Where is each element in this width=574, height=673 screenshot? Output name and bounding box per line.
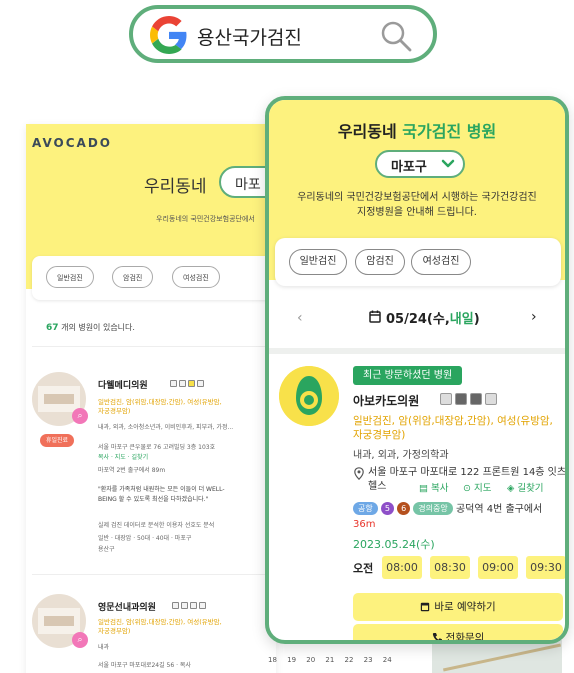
- hospital-categories: 일반검진, 암(위암,대장암,간암), 여성(유방암, 자궁경부암): [98, 398, 222, 415]
- holiday-badge: 휴일진료: [40, 434, 74, 447]
- hospital-categories: 일반검진, 암(위암,대장암,간암), 여성(유방암, 자궁경부암): [98, 618, 222, 635]
- screenshot-stage: 용산국가검진 AVOCADO 우리동네 마포 우리동네의 국민건강보험공단에서 …: [0, 0, 574, 673]
- parking-icon: [440, 393, 452, 405]
- divider: [32, 346, 276, 347]
- hospital-quote: "환자를 가족처럼 내원하는 모든 이들이 더 WELL- BEING 할 수 …: [98, 486, 225, 503]
- hospital-name[interactable]: 아보카도의원: [353, 392, 419, 409]
- map-button[interactable]: ⊙ 지도: [463, 480, 491, 494]
- call-button[interactable]: 전화문의: [353, 624, 563, 640]
- subway-info: 마포역 2번 출구에서 89m: [98, 467, 166, 474]
- search-query-text[interactable]: 용산국가검진: [197, 23, 302, 50]
- hospital-feature-icons: [172, 602, 206, 609]
- previous-date-icon[interactable]: ‹: [297, 310, 303, 326]
- hospital-subjects: 내과, 외과, 가정의학과: [353, 450, 449, 461]
- background-hospital-card[interactable]: ⌕ 휴일진료 다웰메디의원 일반검진, 암(위암,대장암,간암), 여성(유방암…: [32, 372, 276, 582]
- chip-women-exam[interactable]: 여성검진: [411, 249, 471, 275]
- chip-cancer-exam[interactable]: 암검진: [355, 249, 405, 275]
- hospital-feature-icons: [440, 393, 497, 405]
- calendar-icon: [369, 310, 381, 323]
- zoom-icon[interactable]: ⌕: [72, 408, 88, 424]
- period-label: 오전: [353, 562, 374, 575]
- chat-icon: [470, 393, 482, 405]
- time-slot[interactable]: 08:30: [430, 556, 470, 579]
- location-pin-icon: [354, 467, 364, 480]
- recent-visit-badge: 최근 방문하셨던 병원: [353, 366, 463, 385]
- time-slot[interactable]: 09:00: [478, 556, 518, 579]
- zoom-icon[interactable]: ⌕: [72, 632, 88, 648]
- next-date-icon[interactable]: ›: [531, 309, 537, 325]
- address-actions[interactable]: 복사 · 지도 · 길찾기: [98, 452, 148, 461]
- search-icon[interactable]: [379, 19, 413, 53]
- background-description: 우리동네의 국민건강보험공단에서: [156, 215, 255, 223]
- exam-type-chip-bar: 일반검진 암검진 여성검진: [275, 238, 561, 286]
- google-logo-icon: [150, 16, 187, 54]
- directions-button[interactable]: ◈ 길찾기: [507, 480, 544, 494]
- map-pin-icon: ⊙: [463, 483, 474, 494]
- avocado-logo: AVOCADO: [32, 136, 113, 150]
- search-bar[interactable]: 용산국가검진: [129, 5, 437, 63]
- calendar-strip: 18 19 20 21 22 23 24: [268, 656, 392, 664]
- background-chip-cancer[interactable]: 암검진: [112, 266, 154, 288]
- panel-title: 우리동네 국가검진 병원: [337, 122, 497, 141]
- subway-exit-text: 공덕역 4번 출구에서: [455, 504, 543, 515]
- subway-info: 공항 5 6 경의중앙 공덕역 4번 출구에서 36m: [353, 502, 565, 532]
- divider: [32, 574, 276, 575]
- calendar-icon: [421, 602, 430, 612]
- airport-line-badge: 공항: [353, 502, 378, 515]
- copy-address-button[interactable]: ▤ 복사: [419, 480, 448, 494]
- hospital-subjects: 내과, 외과, 소아청소년과, 이비인후과, 피부과, 가정...: [98, 424, 234, 431]
- region-dropdown-label: 마포구: [391, 160, 427, 175]
- background-website: AVOCADO 우리동네 마포 우리동네의 국민건강보험공단에서 일반검진 암검…: [26, 124, 276, 673]
- chevron-down-icon: [441, 159, 455, 168]
- date-selector: ‹ 05/24(수,내일) ›: [269, 296, 565, 342]
- visit-date: 2023.05.24(수): [353, 538, 435, 551]
- hospital-count-number: 67: [46, 323, 59, 333]
- time-slot[interactable]: 08:00: [382, 556, 422, 579]
- region-dropdown[interactable]: 마포구: [375, 150, 465, 178]
- background-chip-general[interactable]: 일반검진: [46, 266, 94, 288]
- phone-icon: [432, 633, 442, 640]
- background-chip-bar: 일반검진 암검진 여성검진: [32, 256, 276, 300]
- hospital-finder-panel: 우리동네 국가검진 병원 마포구 우리동네의 국민건강보험공단에서 시행하는 국…: [265, 96, 569, 644]
- section-separator: [269, 348, 565, 354]
- background-chip-women[interactable]: 여성검진: [172, 266, 220, 288]
- chip-general-exam[interactable]: 일반검진: [289, 249, 347, 275]
- copy-icon: ▤: [419, 483, 431, 494]
- map-thumbnail: [432, 640, 562, 673]
- directions-icon: ◈: [507, 483, 518, 494]
- hospital-address: 서울 마포구 마포대로24길 56 · 복사: [98, 662, 191, 669]
- hospital-count-suffix: 개의 병원이 있습니다.: [61, 323, 135, 332]
- stats-tags-more: 용산구: [98, 546, 115, 553]
- hospital-address: 서울 마포구 큰우물로 76 고려빌딩 3층 103호: [98, 444, 216, 451]
- hospital-count: 67 개의 병원이 있습니다.: [46, 322, 135, 333]
- panel-description: 우리동네의 국민건강보험공단에서 시행하는 국가건강검진 지정병원을 안내해 드…: [297, 192, 537, 218]
- line5-badge: 5: [380, 502, 394, 515]
- hospital-feature-icons: [170, 380, 204, 387]
- subway-distance: 36m: [353, 519, 376, 530]
- instagram-icon: [485, 393, 497, 405]
- time-slot[interactable]: 09:30: [526, 556, 565, 579]
- reserve-button[interactable]: 바로 예약하기: [353, 593, 563, 621]
- avocado-hospital-logo: [279, 366, 339, 426]
- background-title: 우리동네: [144, 177, 207, 197]
- hospital-name[interactable]: 영문선내과의원: [98, 600, 156, 613]
- hospital-categories: 일반검진, 암(위암,대장암,간암), 여성(유방암, 자궁경부암): [353, 415, 553, 441]
- line6-badge: 6: [397, 502, 411, 515]
- hospital-subjects: 내과: [98, 644, 110, 651]
- stats-tags: 일반 · 대장암 · 50대 · 40대 · 마포구: [98, 535, 192, 542]
- camera-icon: [455, 393, 467, 405]
- stats-heading: 실제 검진 데이터로 분석한 이용자 선호도 분석: [98, 522, 215, 529]
- hospital-name[interactable]: 다웰메디의원: [98, 378, 148, 391]
- gyeongui-line-badge: 경의중앙: [413, 502, 453, 515]
- selected-date[interactable]: 05/24(수,내일): [386, 308, 480, 327]
- background-hospital-card[interactable]: ⌕ 영문선내과의원 일반검진, 암(위암,대장암,간암), 여성(유방암, 자궁…: [32, 594, 276, 673]
